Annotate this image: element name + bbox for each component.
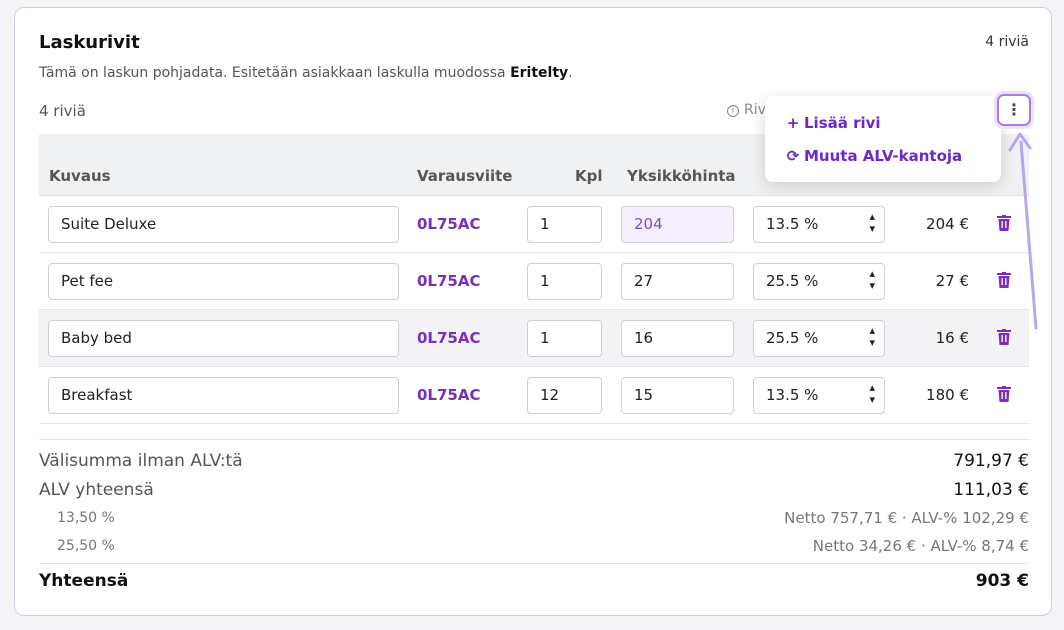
- column-header-kuvaus: Kuvaus: [49, 167, 111, 185]
- vat-select[interactable]: 25.5 % ▴ ▾: [753, 263, 885, 300]
- grand-total-label: Yhteensä: [39, 571, 129, 591]
- vat-select[interactable]: 13.5 % ▴ ▾: [753, 206, 885, 243]
- column-header-yksikkohinta: Yksikköhinta: [627, 167, 736, 185]
- summary-divider: [39, 439, 1029, 440]
- row-total: 16 €: [935, 329, 969, 347]
- invoice-rows-card: Laskurivit 4 riviä Tämä on laskun pohjad…: [14, 7, 1052, 616]
- vat-select-value: 13.5 %: [766, 215, 819, 233]
- menu-item-label: Lisää rivi: [804, 114, 881, 132]
- row-total: 180 €: [926, 386, 969, 404]
- vat-select-value: 25.5 %: [766, 329, 819, 347]
- unit-price-input[interactable]: 27: [621, 263, 734, 300]
- top-row-count: 4 riviä: [985, 34, 1029, 50]
- menu-item-change-vat[interactable]: ⟳ Muuta ALV-kantoja: [785, 147, 962, 165]
- subtitle-format: Eritelty: [510, 65, 569, 81]
- grand-total-value: 903 €: [975, 571, 1029, 591]
- rows-count: 4 riviä: [39, 102, 86, 120]
- updown-chevron-icon: ▴ ▾: [869, 210, 875, 235]
- updown-chevron-icon: ▴ ▾: [869, 324, 875, 349]
- description-input[interactable]: Pet fee: [48, 263, 399, 300]
- vertical-dots-icon: ⋮: [1006, 100, 1022, 119]
- reference-link[interactable]: 0L75AC: [417, 386, 481, 404]
- column-header-varausviite: Varausviite: [417, 167, 513, 185]
- updown-chevron-icon: ▴ ▾: [869, 381, 875, 406]
- total-divider: [39, 563, 1029, 564]
- vat-total-value: 111,03 €: [953, 480, 1029, 500]
- info-icon: i: [727, 105, 739, 117]
- updown-chevron-icon: ▴ ▾: [869, 267, 875, 292]
- section-title: Laskurivit: [39, 32, 140, 53]
- reference-link[interactable]: 0L75AC: [417, 215, 481, 233]
- subtotal-label: Välisumma ilman ALV:tä: [39, 451, 243, 471]
- table-row: Breakfast 0L75AC 12 15 13.5 % ▴ ▾ 180 €: [39, 367, 1029, 424]
- vat-select[interactable]: 25.5 % ▴ ▾: [753, 320, 885, 357]
- menu-item-label: Muuta ALV-kantoja: [804, 147, 963, 165]
- table-row: Baby bed 0L75AC 1 16 25.5 % ▴ ▾ 16 €: [39, 310, 1029, 367]
- description-input[interactable]: Baby bed: [48, 320, 399, 357]
- unit-price-input[interactable]: 204: [621, 206, 734, 243]
- description-input[interactable]: Suite Deluxe: [48, 206, 399, 243]
- reference-link[interactable]: 0L75AC: [417, 272, 481, 290]
- menu-item-add-row[interactable]: + Lisää rivi: [785, 114, 881, 132]
- table-row: Pet fee 0L75AC 1 27 25.5 % ▴ ▾ 27 €: [39, 253, 1029, 310]
- subtitle-text: Tämä on laskun pohjadata. Esitetään asia…: [39, 65, 511, 81]
- vat-rate-label: 25,50 %: [57, 538, 115, 554]
- quantity-input[interactable]: 12: [527, 377, 602, 414]
- row-total: 27 €: [935, 272, 969, 290]
- table-row: Suite Deluxe 0L75AC 1 204 13.5 % ▴ ▾ 204 €: [39, 196, 1029, 253]
- section-subtitle: Tämä on laskun pohjadata. Esitetään asia…: [39, 65, 573, 81]
- quantity-input[interactable]: 1: [527, 263, 602, 300]
- vat-rate-detail: Netto 757,71 € · ALV-% 102,29 €: [784, 509, 1029, 527]
- row-total: 204 €: [926, 215, 969, 233]
- vat-select-value: 13.5 %: [766, 386, 819, 404]
- more-options-button[interactable]: ⋮: [997, 94, 1031, 126]
- annotation-arrow-icon: [1008, 132, 1038, 330]
- trash-icon[interactable]: [997, 386, 1011, 402]
- vat-total-label: ALV yhteensä: [39, 480, 154, 500]
- quantity-input[interactable]: 1: [527, 320, 602, 357]
- vat-select-value: 25.5 %: [766, 272, 819, 290]
- column-header-kpl: Kpl: [575, 167, 603, 185]
- reference-link[interactable]: 0L75AC: [417, 329, 481, 347]
- subtitle-suffix: .: [568, 65, 573, 81]
- subtotal-value: 791,97 €: [953, 451, 1029, 471]
- refresh-icon: ⟳: [786, 147, 800, 165]
- unit-price-input[interactable]: 15: [621, 377, 734, 414]
- vat-select[interactable]: 13.5 % ▴ ▾: [753, 377, 885, 414]
- vat-rate-detail: Netto 34,26 € · ALV-% 8,74 €: [812, 537, 1029, 555]
- quantity-input[interactable]: 1: [527, 206, 602, 243]
- description-input[interactable]: Breakfast: [48, 377, 399, 414]
- unit-price-input[interactable]: 16: [621, 320, 734, 357]
- plus-icon: +: [786, 114, 800, 132]
- vat-rate-label: 13,50 %: [57, 510, 115, 526]
- actions-dropdown-menu: + Lisää rivi ⟳ Muuta ALV-kantoja: [765, 96, 1001, 182]
- row-info: i Rivi: [727, 102, 770, 118]
